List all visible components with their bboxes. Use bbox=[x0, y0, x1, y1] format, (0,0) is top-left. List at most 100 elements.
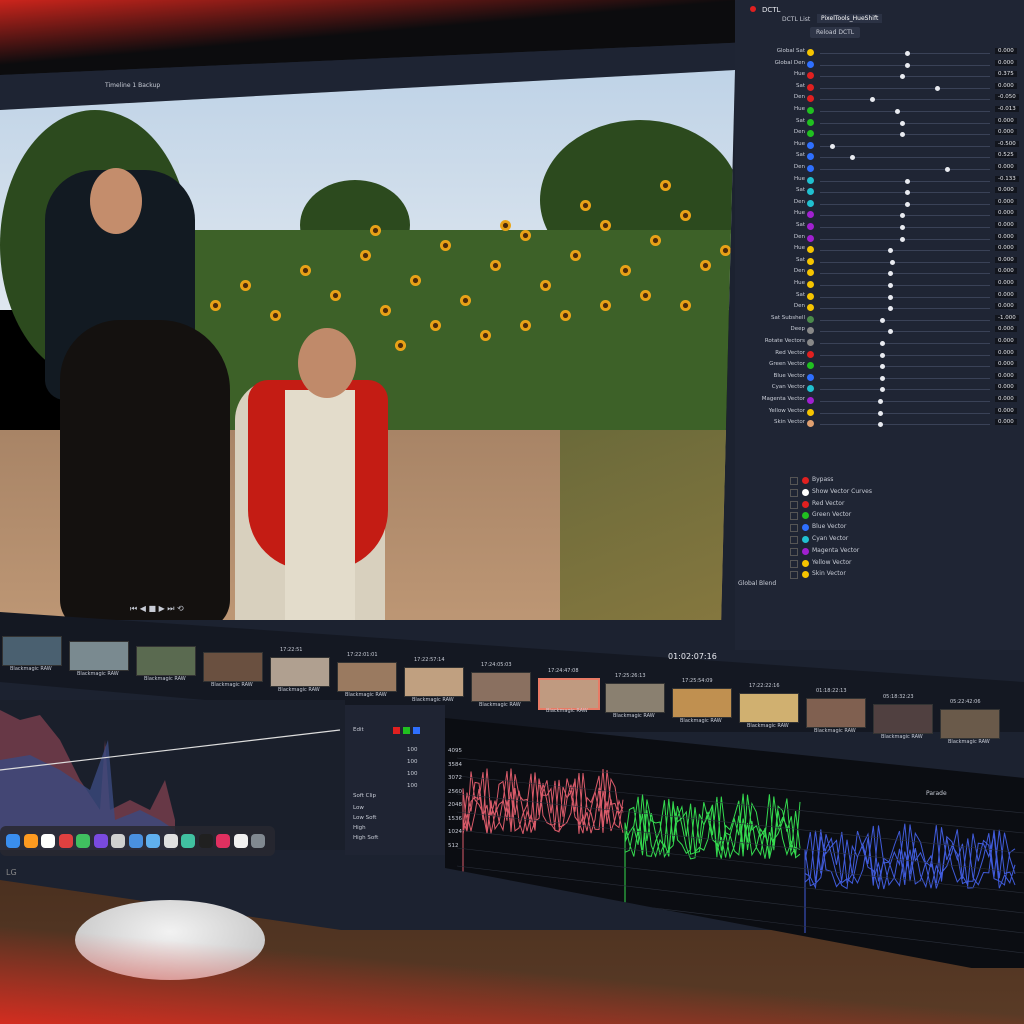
param-value[interactable]: -0.050 bbox=[995, 94, 1019, 101]
param-slider-knob[interactable] bbox=[850, 155, 855, 161]
dctl-checkbox-row[interactable]: Cyan Vector bbox=[790, 535, 910, 545]
global-blend-label[interactable]: Global Blend bbox=[738, 580, 776, 587]
dctl-param-row[interactable]: Sat 0.000 bbox=[745, 187, 1024, 198]
dctl-param-row[interactable]: Hue 0.000 bbox=[745, 280, 1024, 291]
dctl-checkbox-row[interactable]: Blue Vector bbox=[790, 523, 910, 533]
checkbox[interactable] bbox=[790, 477, 798, 485]
param-slider-knob[interactable] bbox=[888, 248, 893, 254]
scope-mode-select[interactable]: Parade bbox=[926, 790, 947, 797]
param-value[interactable]: -1.000 bbox=[995, 314, 1019, 321]
dctl-param-row[interactable]: Den 0.000 bbox=[745, 268, 1024, 279]
param-value[interactable]: 0.000 bbox=[995, 349, 1017, 356]
param-slider-track[interactable] bbox=[820, 319, 990, 321]
green-channel-icon[interactable] bbox=[403, 727, 410, 734]
clip-thumbnail[interactable] bbox=[739, 693, 799, 724]
dctl-param-row[interactable]: Den 0.000 bbox=[745, 303, 1024, 314]
dctl-param-row[interactable]: Hue 0.000 bbox=[745, 245, 1024, 256]
param-slider-track[interactable] bbox=[820, 343, 990, 344]
dctl-checkbox-row[interactable]: Show Vector Curves bbox=[790, 488, 910, 498]
param-slider-knob[interactable] bbox=[905, 51, 910, 56]
param-slider-track[interactable] bbox=[820, 76, 990, 78]
dctl-param-row[interactable]: Den 0.000 bbox=[745, 233, 1024, 245]
param-slider-track[interactable] bbox=[820, 389, 990, 391]
param-value[interactable]: 0.000 bbox=[995, 361, 1017, 368]
loop-icon[interactable]: ⟲ bbox=[177, 604, 184, 613]
param-slider-knob[interactable] bbox=[878, 399, 883, 404]
curve-value-4[interactable]: 100 bbox=[407, 783, 418, 789]
dctl-param-row[interactable]: Red Vector 0.000 bbox=[745, 349, 1024, 361]
param-slider-knob[interactable] bbox=[900, 236, 905, 242]
param-slider-track[interactable] bbox=[820, 122, 990, 124]
param-slider-track[interactable] bbox=[820, 377, 990, 379]
dock-app-icon[interactable] bbox=[181, 834, 195, 848]
param-slider-track[interactable] bbox=[820, 354, 990, 356]
param-value[interactable]: 0.000 bbox=[995, 245, 1017, 252]
param-slider-knob[interactable] bbox=[880, 387, 885, 393]
dock-app-icon[interactable] bbox=[6, 834, 20, 848]
param-slider-knob[interactable] bbox=[880, 375, 885, 381]
dock-app-icon[interactable] bbox=[93, 834, 108, 848]
dock-app-icon[interactable] bbox=[76, 834, 90, 848]
curve-value-1[interactable]: 100 bbox=[407, 747, 418, 753]
param-slider-knob[interactable] bbox=[905, 190, 910, 196]
clip-thumbnail[interactable] bbox=[538, 677, 600, 710]
dctl-param-row[interactable]: Den -0.050 bbox=[745, 94, 1024, 105]
dock-app-icon[interactable] bbox=[128, 834, 143, 848]
dock-app-icon[interactable] bbox=[41, 834, 55, 848]
dctl-param-row[interactable]: Cyan Vector 0.000 bbox=[745, 384, 1024, 395]
param-value[interactable]: 0.000 bbox=[995, 303, 1017, 310]
param-value[interactable]: 0.000 bbox=[995, 82, 1017, 89]
checkbox[interactable] bbox=[790, 488, 798, 497]
dctl-param-row[interactable]: Magenta Vector 0.000 bbox=[745, 396, 1024, 407]
param-slider-knob[interactable] bbox=[880, 352, 885, 358]
param-slider-track[interactable] bbox=[820, 238, 990, 240]
checkbox[interactable] bbox=[790, 512, 798, 521]
stop-icon[interactable]: ■ bbox=[148, 604, 156, 613]
param-value[interactable]: 0.000 bbox=[995, 233, 1017, 240]
dctl-param-row[interactable]: Hue -0.133 bbox=[745, 175, 1024, 187]
param-slider-knob[interactable] bbox=[878, 410, 883, 416]
checkbox[interactable] bbox=[790, 500, 798, 509]
param-slider-knob[interactable] bbox=[905, 62, 910, 68]
dctl-param-row[interactable]: Sat 0.000 bbox=[745, 291, 1024, 303]
dock-app-icon[interactable] bbox=[198, 834, 213, 848]
checkbox[interactable] bbox=[790, 536, 798, 544]
param-slider-knob[interactable] bbox=[945, 167, 950, 172]
param-slider-knob[interactable] bbox=[880, 364, 885, 370]
param-value[interactable]: 0.000 bbox=[995, 268, 1017, 275]
dctl-param-row[interactable]: Global Den 0.000 bbox=[745, 59, 1024, 71]
param-slider-track[interactable] bbox=[820, 331, 990, 333]
param-value[interactable]: 0.375 bbox=[995, 71, 1017, 78]
param-slider-track[interactable] bbox=[820, 273, 990, 275]
param-value[interactable]: 0.000 bbox=[995, 48, 1017, 54]
dctl-checkbox-row[interactable]: Skin Vector bbox=[790, 570, 910, 580]
param-slider-knob[interactable] bbox=[878, 422, 883, 428]
dctl-param-row[interactable]: Green Vector 0.000 bbox=[745, 361, 1024, 372]
param-slider-knob[interactable] bbox=[888, 271, 893, 277]
param-value[interactable]: -0.500 bbox=[995, 140, 1019, 147]
param-slider-knob[interactable] bbox=[870, 97, 875, 103]
dctl-param-row[interactable]: Sat 0.000 bbox=[745, 222, 1024, 233]
param-value[interactable]: 0.000 bbox=[995, 338, 1017, 344]
param-slider-knob[interactable] bbox=[830, 143, 835, 149]
param-slider-track[interactable] bbox=[820, 145, 990, 147]
param-value[interactable]: 0.000 bbox=[995, 210, 1017, 217]
dctl-param-row[interactable]: Rotate Vectors 0.000 bbox=[745, 338, 1024, 349]
dctl-param-row[interactable]: Sat 0.525 bbox=[745, 152, 1024, 163]
dctl-param-row[interactable]: Sat 0.000 bbox=[745, 82, 1024, 94]
checkbox[interactable] bbox=[790, 547, 798, 556]
checkbox[interactable] bbox=[790, 571, 798, 580]
dock-app-icon[interactable] bbox=[146, 834, 160, 848]
play-icon[interactable]: ▶ bbox=[159, 604, 165, 613]
param-slider-knob[interactable] bbox=[905, 178, 910, 184]
param-slider-track[interactable] bbox=[820, 87, 990, 89]
dock-app-icon[interactable] bbox=[111, 834, 125, 848]
viewer-image[interactable] bbox=[0, 70, 735, 620]
dctl-param-row[interactable]: Blue Vector 0.000 bbox=[745, 372, 1024, 384]
param-value[interactable]: 0.000 bbox=[995, 419, 1017, 426]
param-slider-track[interactable] bbox=[820, 261, 990, 263]
timeline-title[interactable]: Timeline 1 Backup bbox=[105, 82, 160, 89]
param-slider-track[interactable] bbox=[820, 215, 990, 217]
red-channel-icon[interactable] bbox=[393, 727, 400, 734]
dock-app-icon[interactable] bbox=[23, 834, 38, 848]
